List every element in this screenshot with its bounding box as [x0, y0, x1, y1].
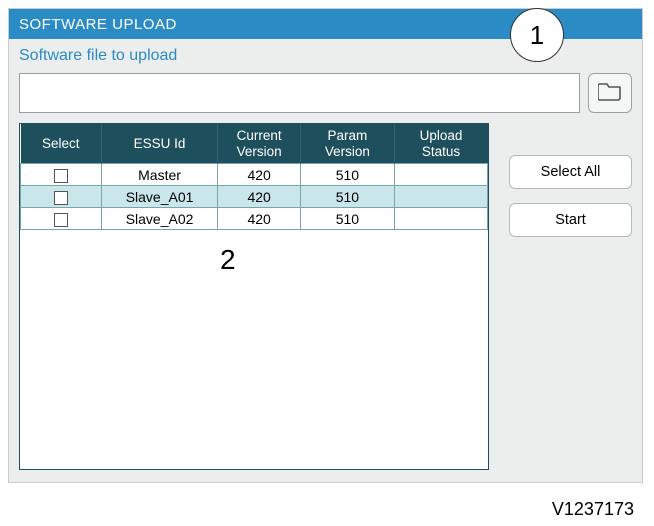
cell-essu-id: Master — [101, 164, 217, 186]
row-checkbox[interactable] — [54, 169, 68, 183]
cell-current-version: 420 — [218, 186, 301, 208]
col-header-param-version: ParamVersion — [301, 124, 394, 164]
cell-select — [21, 164, 102, 186]
side-buttons: Select All Start — [509, 123, 632, 470]
callout-2: 2 — [220, 244, 236, 276]
select-all-label: Select All — [541, 164, 601, 180]
cell-select — [21, 186, 102, 208]
col-header-upload-status: UploadStatus — [394, 124, 487, 164]
cell-essu-id: Slave_A01 — [101, 186, 217, 208]
browse-button[interactable] — [588, 73, 632, 113]
device-table: Select ESSU Id CurrentVersion ParamVersi… — [20, 124, 488, 230]
cell-current-version: 420 — [218, 208, 301, 230]
file-row — [9, 69, 642, 123]
cell-upload-status — [394, 208, 487, 230]
device-table-container: Select ESSU Id CurrentVersion ParamVersi… — [19, 123, 489, 470]
panel-title: SOFTWARE UPLOAD — [19, 16, 177, 33]
cell-upload-status — [394, 186, 487, 208]
col-header-essu-id: ESSU Id — [101, 124, 217, 164]
table-row: Slave_A01420510 — [21, 186, 488, 208]
table-row: Master420510 — [21, 164, 488, 186]
col-header-current-version: CurrentVersion — [218, 124, 301, 164]
start-button[interactable]: Start — [509, 203, 632, 237]
software-upload-panel: SOFTWARE UPLOAD Software file to upload — [8, 8, 643, 483]
cell-upload-status — [394, 164, 487, 186]
cell-param-version: 510 — [301, 164, 394, 186]
callout-1: 1 — [510, 8, 564, 62]
cell-param-version: 510 — [301, 186, 394, 208]
figure-id: V1237173 — [552, 499, 634, 520]
table-row: Slave_A02420510 — [21, 208, 488, 230]
cell-essu-id: Slave_A02 — [101, 208, 217, 230]
folder-icon — [598, 81, 622, 106]
row-checkbox[interactable] — [54, 213, 68, 227]
row-checkbox[interactable] — [54, 191, 68, 205]
select-all-button[interactable]: Select All — [509, 155, 632, 189]
cell-current-version: 420 — [218, 164, 301, 186]
file-path-input[interactable] — [19, 73, 580, 113]
col-header-select: Select — [21, 124, 102, 164]
cell-param-version: 510 — [301, 208, 394, 230]
start-label: Start — [555, 212, 586, 228]
cell-select — [21, 208, 102, 230]
